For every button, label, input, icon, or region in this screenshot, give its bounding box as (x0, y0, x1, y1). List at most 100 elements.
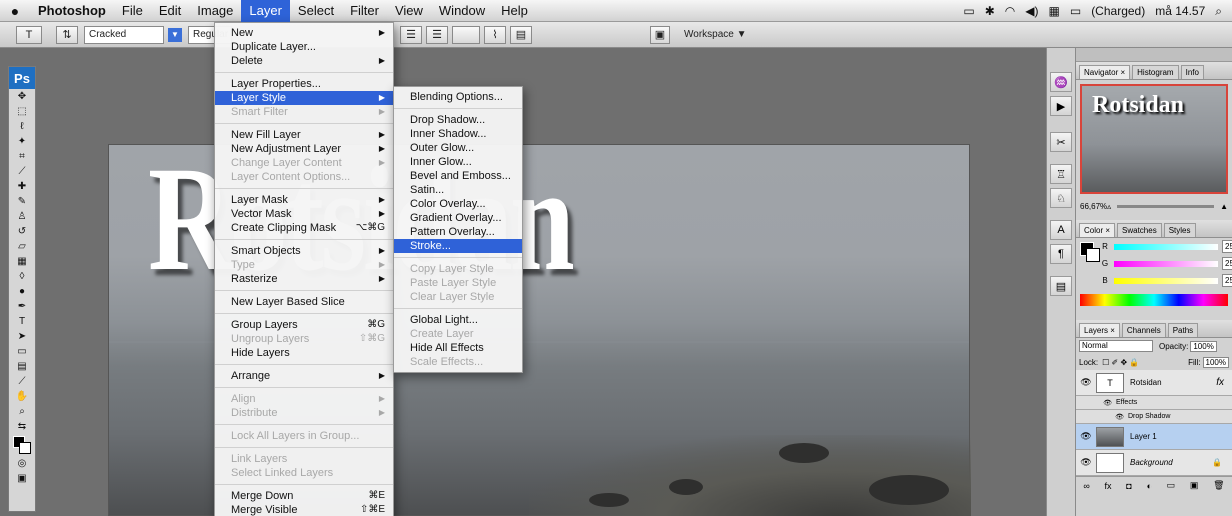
visibility-eye-icon[interactable]: 👁 (1076, 457, 1096, 468)
menu-item-arrange[interactable]: Arrange ▶ (215, 369, 393, 383)
menu-item-duplicate-layer[interactable]: Duplicate Layer... (215, 40, 393, 54)
eraser-tool-icon[interactable]: ▱ (9, 239, 35, 254)
menu-item-outer-glow[interactable]: Outer Glow... (394, 141, 522, 155)
slice-tool-icon[interactable]: ⟋ (9, 164, 35, 179)
character-panel-icon[interactable]: A (1050, 220, 1072, 240)
bluetooth-icon[interactable]: ✱ (985, 4, 995, 18)
eyedropper-icon[interactable]: ⟋ (9, 374, 35, 389)
menu-item-pattern-overlay[interactable]: Pattern Overlay... (394, 225, 522, 239)
panel-column-header[interactable] (1076, 48, 1232, 62)
color-ramp[interactable] (1080, 294, 1228, 306)
menu-item-hide-all-effects[interactable]: Hide All Effects (394, 341, 522, 355)
menu-item-rasterize[interactable]: Rasterize ▶ (215, 272, 393, 286)
ps-logo[interactable]: Ps (9, 67, 35, 89)
tab-channels[interactable]: Channels (1121, 323, 1166, 337)
link-layers-icon[interactable]: ∞ (1083, 481, 1089, 491)
zoom-value[interactable]: 66,67% (1080, 202, 1107, 211)
quick-mask-icon[interactable]: ◎ (9, 456, 35, 471)
clone-stamp-icon[interactable]: ♙ (9, 209, 35, 224)
color-swatches[interactable] (9, 434, 35, 456)
zoom-out-icon[interactable]: ▵ (1107, 202, 1111, 211)
brush-tool-icon[interactable]: ✎ (9, 194, 35, 209)
text-tool-preset[interactable]: T (16, 25, 42, 44)
layer-name[interactable]: Background (1130, 458, 1212, 467)
delete-layer-icon[interactable]: 🗑 (1213, 480, 1224, 491)
gradient-tool-icon[interactable]: ▦ (9, 254, 35, 269)
tab-styles[interactable]: Styles (1163, 223, 1196, 237)
menu-edit[interactable]: Edit (151, 0, 189, 22)
menu-item-new-fill-layer[interactable]: New Fill Layer ▶ (215, 128, 393, 142)
clone-source-icon[interactable]: ♘ (1050, 188, 1072, 208)
tab-paths[interactable]: Paths (1167, 323, 1199, 337)
tab-layers[interactable]: Layers × (1079, 323, 1120, 337)
new-layer-icon[interactable]: ▣ (1190, 480, 1199, 491)
clock[interactable]: må 14.57 (1155, 4, 1205, 18)
marquee-tool-icon[interactable]: ⬚ (9, 104, 35, 119)
menu-item-inner-glow[interactable]: Inner Glow... (394, 155, 522, 169)
paragraph-panel-icon[interactable]: ¶ (1050, 244, 1072, 264)
channel-value-g[interactable]: 254 (1222, 257, 1232, 270)
add-style-icon[interactable]: fx (1105, 481, 1112, 491)
menu-item-stroke[interactable]: Stroke... (394, 239, 522, 253)
opacity-field[interactable]: 100% (1190, 340, 1217, 352)
menu-select[interactable]: Select (290, 0, 342, 22)
layer-row-rotsidan[interactable]: 👁 T Rotsidan fx (1076, 370, 1232, 396)
font-family-dropdown-icon[interactable]: ▼ (168, 27, 182, 42)
align-center-icon[interactable]: ☰ (400, 25, 422, 44)
menu-layer[interactable]: Layer (241, 0, 290, 22)
swap-colors-icon[interactable]: ⇆ (9, 419, 35, 434)
menu-item-new-adjustment-layer[interactable]: New Adjustment Layer ▶ (215, 142, 393, 156)
layer-name[interactable]: Rotsidan (1130, 378, 1216, 387)
menu-item-smart-objects[interactable]: Smart Objects ▶ (215, 244, 393, 258)
apple-icon[interactable]: ● (0, 3, 30, 19)
menu-item-merge-visible[interactable]: Merge Visible ⇧⌘E (215, 503, 393, 516)
channel-slider-r[interactable] (1114, 243, 1218, 250)
zoom-in-icon[interactable]: ▲ (1220, 202, 1228, 211)
menu-window[interactable]: Window (431, 0, 493, 22)
channel-slider-b[interactable] (1114, 277, 1218, 284)
menu-filter[interactable]: Filter (342, 0, 387, 22)
workspace-menu[interactable]: Workspace ▼ (684, 29, 747, 40)
menu-item-bevel-and-emboss[interactable]: Bevel and Emboss... (394, 169, 522, 183)
history-brush-icon[interactable]: ↺ (9, 224, 35, 239)
pen-tool-icon[interactable]: ✒ (9, 299, 35, 314)
volume-icon[interactable]: ◀) (1025, 4, 1038, 18)
menu-item-blending-options[interactable]: Blending Options... (394, 90, 522, 104)
tab-navigator[interactable]: Navigator × (1079, 65, 1131, 79)
tab-swatches[interactable]: Swatches (1117, 223, 1162, 237)
menu-item-group-layers[interactable]: Group Layers ⌘G (215, 318, 393, 332)
align-right-icon[interactable]: ☰ (426, 25, 448, 44)
character-panel-icon[interactable]: ▤ (510, 25, 532, 44)
battery-status[interactable]: (Charged) (1091, 4, 1145, 18)
menu-item-drop-shadow[interactable]: Drop Shadow... (394, 113, 522, 127)
zoom-slider[interactable] (1117, 204, 1215, 208)
add-mask-icon[interactable]: ◘ (1126, 481, 1131, 491)
menu-item-satin[interactable]: Satin... (394, 183, 522, 197)
display-icon[interactable]: ▭ (963, 4, 974, 18)
visibility-eye-icon[interactable]: 👁 (1076, 413, 1124, 421)
menu-app[interactable]: Photoshop (30, 0, 114, 22)
layer-row-background[interactable]: 👁 Background 🔒 (1076, 450, 1232, 476)
screen-mode-icon[interactable]: ▣ (9, 471, 35, 486)
orientation-toggle-icon[interactable]: ⇅ (56, 25, 78, 44)
healing-brush-icon[interactable]: ✚ (9, 179, 35, 194)
menu-item-create-clipping-mask[interactable]: Create Clipping Mask ⌥⌘G (215, 221, 393, 235)
menu-item-hide-layers[interactable]: Hide Layers (215, 346, 393, 360)
wifi-icon[interactable]: ◠ (1005, 4, 1015, 18)
menu-item-layer-style[interactable]: Layer Style ▶ (215, 91, 393, 105)
layer-name[interactable]: Layer 1 (1130, 432, 1232, 441)
visibility-eye-icon[interactable]: 👁 (1076, 399, 1112, 407)
crop-tool-icon[interactable]: ⌗ (9, 149, 35, 164)
menu-help[interactable]: Help (493, 0, 536, 22)
spotlight-icon[interactable]: ⌕ (1215, 4, 1222, 19)
lock-icons[interactable]: ☐ ✐ ✥ 🔒 (1102, 358, 1139, 367)
menu-item-vector-mask[interactable]: Vector Mask ▶ (215, 207, 393, 221)
fx-icon[interactable]: fx (1216, 377, 1224, 388)
background-color[interactable] (19, 442, 31, 454)
battery-icon[interactable]: ▭ (1070, 4, 1081, 18)
menu-item-delete[interactable]: Delete ▶ (215, 54, 393, 68)
new-group-icon[interactable]: ▭ (1167, 480, 1176, 491)
brushes-panel-icon[interactable]: ♖ (1050, 164, 1072, 184)
menu-file[interactable]: File (114, 0, 151, 22)
path-select-icon[interactable]: ➤ (9, 329, 35, 344)
